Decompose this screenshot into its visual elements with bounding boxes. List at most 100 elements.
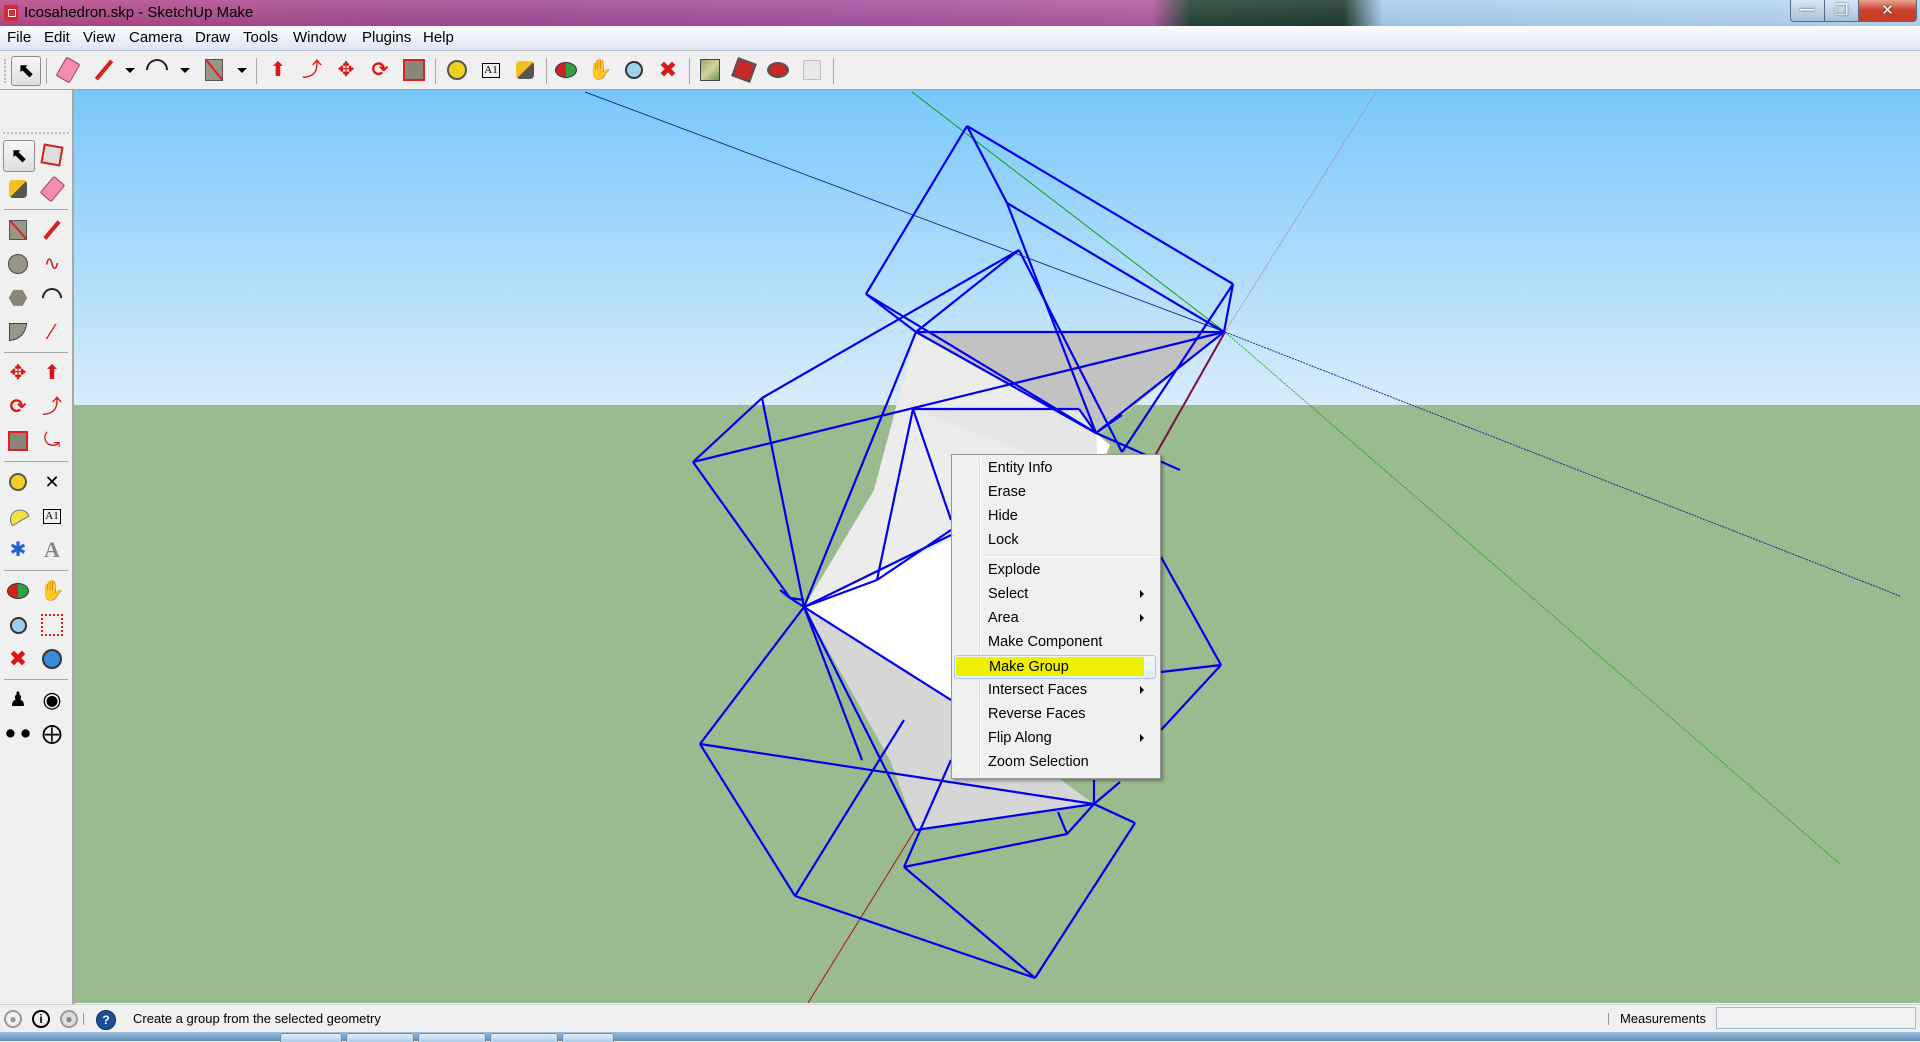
geo-location-icon[interactable]: ● [4,1010,22,1028]
user-account-icon[interactable]: ● [60,1010,78,1028]
3d-warehouse-tool-button[interactable] [730,56,758,84]
paint-bucket-tool-button[interactable] [3,174,33,204]
context-menu-item-make-component[interactable]: Make Component [954,631,1156,653]
context-menu-item-entity-info[interactable]: Entity Info [954,457,1156,479]
toolbar-separator [435,58,436,84]
toolbar-separator [689,58,690,84]
help-icon[interactable]: ? [96,1010,116,1030]
tape-measure-tool-button[interactable] [443,56,471,84]
make-component-tool-button[interactable] [37,140,67,170]
pan-tool-button[interactable]: ✋ [37,576,67,606]
zoom-tool-button[interactable] [3,610,33,640]
rotate-tool-button[interactable]: ⟳ [3,392,33,422]
arc-tool-button[interactable] [141,54,173,86]
move-tool-button[interactable]: ✥ [332,56,360,84]
context-menu-item-select[interactable]: Select [954,583,1156,605]
scale-tool-button[interactable] [3,426,33,456]
text-tool-button[interactable]: A1 [477,56,505,84]
follow-me-tool-button[interactable]: ⤴ [298,56,326,84]
menu-tools[interactable]: Tools [243,29,278,46]
rectangle-tool-button[interactable] [3,215,33,245]
move-tool-button[interactable]: ✥ [3,358,33,388]
context-menu-item-area[interactable]: Area [954,607,1156,629]
menu-window[interactable]: Window [293,29,346,46]
toolbar-separator [4,461,68,462]
select-tool-button[interactable]: ⬉ [3,140,35,172]
context-menu-item-flip-along[interactable]: Flip Along [954,727,1156,749]
menu-help[interactable]: Help [423,29,454,46]
menu-draw[interactable]: Draw [195,29,230,46]
circle-tool-button[interactable] [3,249,33,279]
context-menu-item-lock[interactable]: Lock [954,529,1156,551]
eraser-tool-button[interactable] [54,56,82,84]
two-point-arc-tool-button[interactable]: ∕ [37,317,67,347]
polygon-tool-button[interactable]: ⬣ [3,283,33,313]
toolbar-grip[interactable] [4,59,9,83]
minimize-button[interactable]: — [1790,0,1825,22]
push-pull-tool-button[interactable]: ⬆ [264,56,292,84]
protractor-tool-button[interactable] [3,501,33,531]
submenu-arrow-icon [1140,686,1144,694]
pie-tool-button[interactable] [3,317,33,347]
paint-bucket-tool-button[interactable] [511,56,539,84]
follow-me-tool-button[interactable]: ⤴ [37,392,67,422]
menu-plugins[interactable]: Plugins [362,29,411,46]
menu-view[interactable]: View [83,29,115,46]
context-menu-item-reverse-faces[interactable]: Reverse Faces [954,703,1156,725]
offset-tool-button[interactable]: ⤿ [37,426,67,456]
add-location-tool-button[interactable] [696,56,724,84]
menu-file[interactable]: File [7,29,31,46]
zoom-window-tool-button[interactable] [37,610,67,640]
close-button[interactable]: ✕ [1858,0,1917,22]
zoom-tool-button[interactable] [620,56,648,84]
3d-text-tool-button[interactable]: A [37,535,67,565]
rectangle-tool-button[interactable] [200,56,228,84]
text-label-icon: A1 [43,508,61,524]
look-around-tool-button[interactable]: ◉ [37,685,67,715]
pan-tool-button[interactable]: ✋ [586,56,614,84]
context-menu-item-erase[interactable]: Erase [954,481,1156,503]
previous-view-tool-button[interactable] [37,644,67,674]
menu-edit[interactable]: Edit [44,29,70,46]
orbit-tool-button[interactable] [3,576,33,606]
arc-icon [37,283,67,313]
rectangle-tool-dropdown[interactable] [237,68,247,73]
context-menu-item-intersect-faces[interactable]: Intersect Faces [954,679,1156,701]
arc-tool-dropdown[interactable] [180,68,190,73]
arc-icon [141,54,173,86]
context-menu-item-make-group[interactable]: Make Group [954,655,1156,679]
context-menu-item-explode[interactable]: Explode [954,559,1156,581]
section-plane-tool-button[interactable]: ⨁ [37,719,67,749]
scale-tool-button[interactable] [400,56,428,84]
eraser-tool-button[interactable] [37,174,67,204]
orbit-tool-button[interactable] [552,56,580,84]
walk-tool-button[interactable]: ⚫⚫ [3,719,33,749]
axes-tool-button[interactable]: ✱ [3,535,33,565]
context-menu-item-hide[interactable]: Hide [954,505,1156,527]
freehand-tool-button[interactable]: ∿ [37,249,67,279]
line-tool-button[interactable] [90,56,118,84]
zoom-extents-tool-button[interactable]: ✖ [654,56,682,84]
position-camera-tool-button[interactable]: ♟ [3,685,33,715]
push-pull-tool-button[interactable]: ⬆ [37,358,67,388]
rotate-tool-button[interactable]: ⟳ [366,56,394,84]
share-model-tool-button[interactable] [764,56,792,84]
restore-button[interactable]: ❐ [1824,0,1859,22]
measurements-input[interactable] [1716,1007,1916,1029]
arrow-cursor-icon: ⬉ [17,60,35,82]
line-tool-dropdown[interactable] [125,68,135,73]
line-tool-button[interactable] [37,215,67,245]
context-menu-item-zoom-selection[interactable]: Zoom Selection [954,751,1156,773]
menu-camera[interactable]: Camera [129,29,182,46]
zoom-extents-tool-button[interactable]: ✖ [3,644,33,674]
toolbar-grip[interactable] [3,132,69,136]
tape-measure-icon [447,60,467,80]
text-tool-button[interactable]: A1 [37,501,67,531]
push-pull-icon: ⬆ [269,59,287,81]
paint-bucket-icon [9,180,27,198]
dimension-tool-button[interactable]: ✕ [37,467,67,497]
credits-icon[interactable]: i [32,1010,50,1028]
select-tool-button[interactable]: ⬉ [11,56,41,86]
tape-measure-tool-button[interactable] [3,467,33,497]
arc-tool-button[interactable] [37,283,67,313]
